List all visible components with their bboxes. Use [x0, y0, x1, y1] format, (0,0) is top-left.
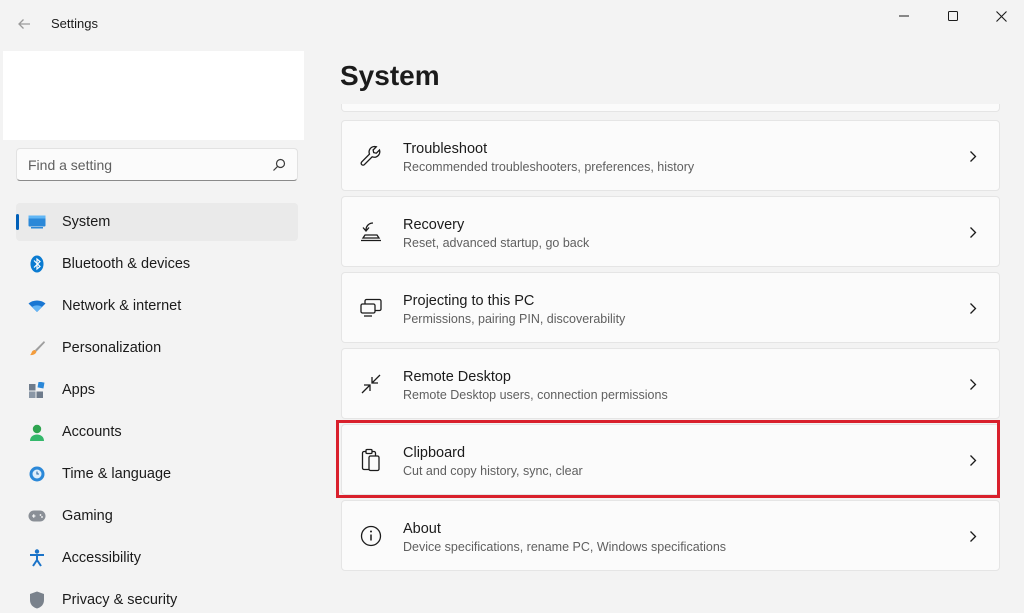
sidebar-item-label: Accounts: [62, 424, 122, 440]
app-title: Settings: [51, 16, 98, 31]
shield-icon: [28, 591, 46, 609]
close-icon: [995, 10, 1007, 22]
scrolled-card-edge: [341, 104, 1000, 112]
globe-clock-icon: [28, 465, 46, 483]
recovery-card[interactable]: Recovery Reset, advanced startup, go bac…: [341, 196, 1000, 267]
person-icon: [28, 423, 46, 441]
close-button[interactable]: [977, 0, 1024, 32]
search-input[interactable]: [17, 149, 257, 180]
maximize-icon: [948, 11, 958, 21]
clipboard-card[interactable]: Clipboard Cut and copy history, sync, cl…: [341, 424, 1000, 495]
page-title: System: [340, 60, 440, 91]
sidebar-item-label: Personalization: [62, 340, 162, 356]
card-subtitle: Recommended troubleshooters, preferences…: [403, 160, 695, 174]
sidebar-nav: System Bluetooth & devices Network & int…: [16, 203, 298, 613]
back-button[interactable]: [12, 12, 36, 36]
sidebar-item-gaming[interactable]: Gaming: [16, 497, 298, 535]
wrench-icon: [359, 144, 383, 168]
search-icon[interactable]: [271, 157, 287, 173]
apps-icon: [28, 381, 46, 399]
info-icon: [359, 524, 383, 548]
sidebar-item-system[interactable]: System: [16, 203, 298, 241]
card-title: Troubleshoot: [403, 141, 488, 157]
sidebar-item-accounts[interactable]: Accounts: [16, 413, 298, 451]
settings-card-list: Troubleshoot Recommended troubleshooters…: [341, 120, 1000, 576]
card-subtitle: Remote Desktop users, connection permiss…: [403, 388, 668, 402]
chevron-right-icon: [967, 528, 979, 544]
card-title: Recovery: [403, 217, 465, 233]
sidebar-item-label: Privacy & security: [62, 592, 178, 608]
sidebar-item-label: Gaming: [62, 508, 113, 524]
card-title: Clipboard: [403, 445, 466, 461]
sidebar-item-label: Apps: [62, 382, 96, 398]
card-subtitle: Permissions, pairing PIN, discoverabilit…: [403, 312, 626, 326]
sidebar-item-label: Accessibility: [62, 550, 141, 566]
sidebar-item-label: System: [62, 214, 111, 230]
accessibility-icon: [28, 549, 46, 567]
chevron-right-icon: [967, 148, 979, 164]
bluetooth-icon: [28, 255, 46, 273]
sidebar-item-personalization[interactable]: Personalization: [16, 329, 298, 367]
recovery-icon: [359, 220, 383, 244]
troubleshoot-card[interactable]: Troubleshoot Recommended troubleshooters…: [341, 120, 1000, 191]
card-title: Projecting to this PC: [403, 293, 535, 309]
remote-desktop-card[interactable]: Remote Desktop Remote Desktop users, con…: [341, 348, 1000, 419]
sidebar-item-privacy-security[interactable]: Privacy & security: [16, 581, 298, 613]
sidebar-item-label: Time & language: [62, 466, 172, 482]
wifi-icon: [28, 297, 46, 315]
chevron-right-icon: [967, 376, 979, 392]
minimize-icon: [899, 15, 909, 17]
chevron-right-icon: [967, 224, 979, 240]
remote-desktop-icon: [359, 372, 383, 396]
chevron-right-icon: [967, 300, 979, 316]
card-subtitle: Reset, advanced startup, go back: [403, 236, 590, 250]
minimize-button[interactable]: [880, 0, 928, 32]
card-subtitle: Cut and copy history, sync, clear: [403, 464, 583, 478]
gamepad-icon: [28, 507, 46, 525]
sidebar-item-apps[interactable]: Apps: [16, 371, 298, 409]
maximize-button[interactable]: [929, 0, 977, 32]
back-arrow-icon: [18, 19, 30, 29]
projecting-card[interactable]: Projecting to this PC Permissions, pairi…: [341, 272, 1000, 343]
card-title: About: [403, 521, 441, 537]
sidebar-item-label: Bluetooth & devices: [62, 256, 191, 272]
sidebar-item-time-language[interactable]: Time & language: [16, 455, 298, 493]
about-card[interactable]: About Device specifications, rename PC, …: [341, 500, 1000, 571]
title-bar: Settings: [0, 0, 1024, 48]
sidebar-item-label: Network & internet: [62, 298, 182, 314]
projector-icon: [359, 296, 383, 320]
sidebar-item-network[interactable]: Network & internet: [16, 287, 298, 325]
sidebar-item-accessibility[interactable]: Accessibility: [16, 539, 298, 577]
card-subtitle: Device specifications, rename PC, Window…: [403, 540, 727, 554]
card-title: Remote Desktop: [403, 369, 511, 385]
search-box[interactable]: [16, 148, 298, 181]
sidebar-item-bluetooth[interactable]: Bluetooth & devices: [16, 245, 298, 283]
clipboard-icon: [359, 448, 383, 472]
chevron-right-icon: [967, 452, 979, 468]
system-icon: [28, 213, 46, 231]
brush-icon: [28, 339, 46, 357]
account-profile-card[interactable]: [3, 51, 304, 140]
